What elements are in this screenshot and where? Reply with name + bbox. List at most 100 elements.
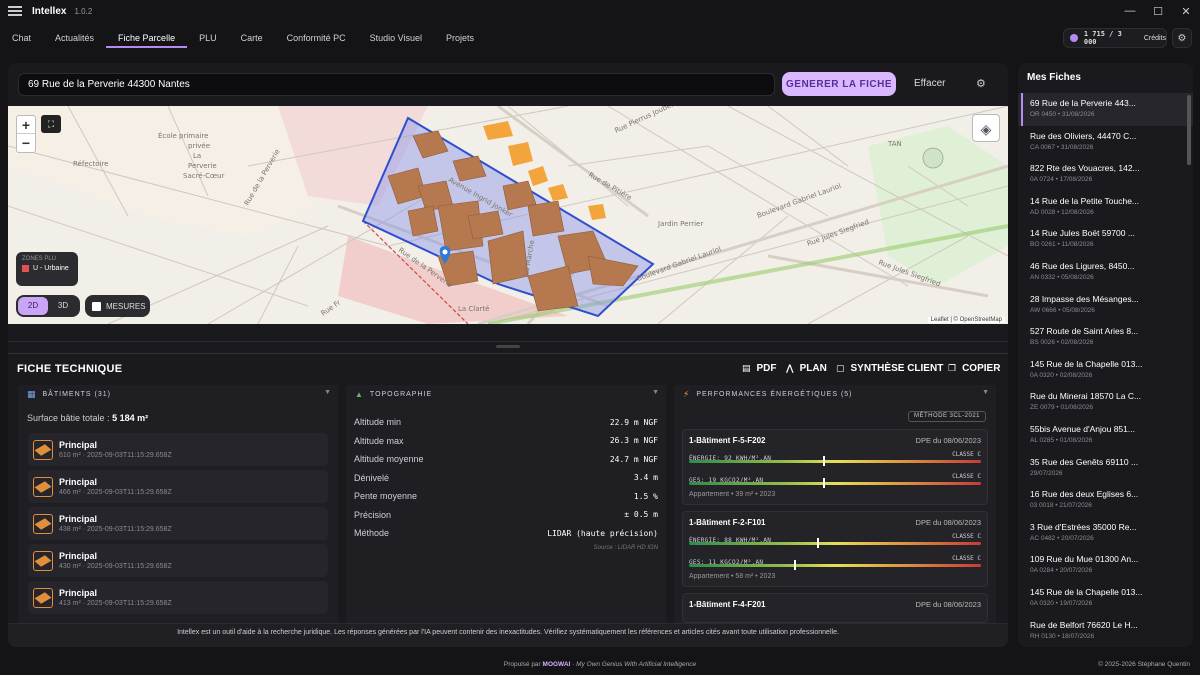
- fiche-address: 822 Rte des Vouacres, 142...: [1030, 163, 1140, 174]
- ai-disclaimer: Intellex est un outil d'aide à la recher…: [8, 623, 1008, 647]
- building-card[interactable]: Principal 413 m² · 2025-09-03T11:15:29.65…: [28, 581, 328, 614]
- tab-chat[interactable]: Chat: [0, 26, 43, 48]
- fiche-panel: GENERER LA FICHE Effacer ⚙: [8, 63, 1008, 647]
- map-label: La: [193, 152, 201, 160]
- fiche-meta: 03 0018 • 21/07/2026: [1030, 502, 1092, 510]
- mode-2d-button[interactable]: 2D: [18, 297, 48, 315]
- zoom-in-button[interactable]: +: [17, 116, 35, 134]
- performances-header[interactable]: ⚡ PERFORMANCES ÉNERGÉTIQUES (5) ▼: [674, 385, 996, 403]
- mountain-icon: ▲: [355, 389, 364, 399]
- fiche-item[interactable]: 35 Rue des Genêts 69110 ... 29/07/2026: [1018, 452, 1193, 485]
- building-footprint-icon: [33, 587, 53, 608]
- tab-actualites[interactable]: Actualités: [43, 26, 106, 48]
- method-badge: MÉTHODE 3CL-2021: [907, 411, 986, 422]
- fiche-item[interactable]: 145 Rue de la Chapelle 013... 0A 0320 • 0…: [1018, 354, 1193, 387]
- fiche-address: Rue des Oliviers, 44470 C...: [1030, 130, 1137, 141]
- measures-toggle[interactable]: MESURES: [85, 295, 150, 317]
- plan-icon: ⋀: [786, 363, 794, 373]
- fiche-address: 3 Rue d'Estrées 35000 Re...: [1030, 521, 1137, 532]
- building-card[interactable]: Principal 438 m² · 2025-09-03T11:15:29.65…: [28, 507, 328, 540]
- fiche-item[interactable]: 822 Rte des Vouacres, 142... 0A 0724 • 17…: [1018, 158, 1193, 191]
- energie-row: ÉNERGIE: 88 KWH/M².AN CLASSE C: [689, 533, 981, 549]
- address-input[interactable]: [18, 73, 775, 96]
- chevron-down-icon[interactable]: ▼: [982, 389, 990, 396]
- fiche-address: Rue de Belfort 76620 Le H...: [1030, 619, 1138, 630]
- fiche-item[interactable]: 109 Rue du Mue 01300 An... 0A 0284 • 20/0…: [1018, 549, 1193, 582]
- footer-copyright: © 2025-2026 Stéphane Quentin: [1098, 661, 1190, 668]
- energie-row: ÉNERGIE: 92 KWH/M².AN CLASSE C: [689, 451, 981, 467]
- search-settings-gear-icon[interactable]: ⚙: [976, 77, 986, 90]
- map-label: Jardin Perrier: [657, 220, 703, 228]
- fiche-address: 69 Rue de la Perverie 443...: [1030, 98, 1136, 108]
- measures-checkbox[interactable]: [92, 301, 101, 311]
- pdf-button[interactable]: ▤ PDF: [742, 363, 777, 374]
- resize-handle[interactable]: [496, 345, 520, 348]
- clear-button[interactable]: Effacer: [914, 78, 946, 89]
- sidebar-scrollbar[interactable]: [1187, 95, 1191, 165]
- credits-badge[interactable]: 1 715 / 3 000 Crédits: [1063, 28, 1167, 48]
- fullscreen-icon[interactable]: ⛶: [41, 115, 61, 133]
- fiche-item[interactable]: 145 Rue de la Chapelle 013... 0A 0320 • 1…: [1018, 582, 1193, 615]
- fiche-item[interactable]: 16 Rue des deux Eglises 6... 03 0018 • 21…: [1018, 484, 1193, 517]
- fiche-item[interactable]: 28 Impasse des Mésanges... AW 0666 • 05/0…: [1018, 289, 1193, 322]
- fiche-address: 46 Rue des Ligures, 8450...: [1030, 260, 1135, 271]
- fiche-item[interactable]: Rue des Oliviers, 44470 C... CA 0067 • 31…: [1018, 126, 1193, 159]
- chevron-down-icon[interactable]: ▼: [652, 389, 660, 396]
- close-icon[interactable]: ✕: [1172, 0, 1200, 22]
- topo-row: Pente moyenne 1.5 %: [354, 491, 658, 502]
- dpe-card[interactable]: 1-Bâtiment F-5-F202 DPE du 08/06/2023 ÉN…: [682, 429, 988, 505]
- tab-studio-visuel[interactable]: Studio Visuel: [358, 26, 434, 48]
- maximize-icon[interactable]: ☐: [1144, 0, 1172, 22]
- batiments-header[interactable]: ▦ BÂTIMENTS (31) ▼: [18, 385, 338, 403]
- fiche-item[interactable]: 69 Rue de la Perverie 443... OR 0450 • 31…: [1018, 93, 1193, 126]
- app-name: Intellex: [32, 5, 67, 17]
- generate-fiche-button[interactable]: GENERER LA FICHE: [782, 72, 896, 96]
- fiche-item[interactable]: 527 Route de Saint Aries 8... BS 0026 • 0…: [1018, 321, 1193, 354]
- tab-conformite-pc[interactable]: Conformité PC: [275, 26, 358, 48]
- footer-credit: Propulsé par MOGWAI · My Own Genius With…: [503, 661, 697, 668]
- app-version: 1.0.2: [74, 6, 93, 16]
- fiche-address: Rue du Minerai 18570 La C...: [1030, 391, 1142, 402]
- map-label: Perverie: [188, 162, 217, 170]
- dpe-card[interactable]: 1-Bâtiment F-2-F101 DPE du 08/06/2023 ÉN…: [682, 511, 988, 587]
- tab-projets[interactable]: Projets: [434, 26, 486, 48]
- batiments-section: ▦ BÂTIMENTS (31) ▼ Surface bâtie totale : …: [18, 385, 338, 625]
- fiche-item[interactable]: 14 Rue de la Petite Touche... AD 0028 • 1…: [1018, 191, 1193, 224]
- zoom-out-button[interactable]: −: [17, 134, 35, 152]
- tab-plu[interactable]: PLU: [187, 26, 229, 48]
- synthese-client-button[interactable]: ▢ SYNTHÈSE CLIENT: [836, 363, 943, 374]
- tab-fiche-parcelle[interactable]: Fiche Parcelle: [106, 26, 188, 48]
- fiche-item[interactable]: Rue du Minerai 18570 La C... ZE 0079 • 01…: [1018, 386, 1193, 419]
- building-card[interactable]: Principal 610 m² · 2025-09-03T11:15:29.65…: [28, 433, 328, 466]
- plan-button[interactable]: ⋀ PLAN: [786, 363, 827, 374]
- fiche-item[interactable]: 14 Rue Jules Boët 59700 ... BO 0261 • 11/…: [1018, 223, 1193, 256]
- copy-button[interactable]: ❐ COPIER: [948, 363, 1000, 374]
- fiche-address: 14 Rue Jules Boët 59700 ...: [1030, 228, 1135, 239]
- fiche-item[interactable]: 3 Rue d'Estrées 35000 Re... AC 0482 • 20/…: [1018, 517, 1193, 550]
- fiche-meta: RH 0130 • 18/07/2026: [1030, 632, 1095, 640]
- hamburger-menu-icon[interactable]: [8, 6, 22, 16]
- dpe-card[interactable]: 1-Bâtiment F-4-F201 DPE du 08/06/2023: [682, 593, 988, 623]
- fiche-item[interactable]: 55bis Avenue d'Anjou 851... AL 0285 • 01/…: [1018, 419, 1193, 452]
- fiche-item[interactable]: 46 Rue des Ligures, 8450... AN 0332 • 05/…: [1018, 256, 1193, 289]
- fiche-meta: ZE 0079 • 01/08/2026: [1030, 404, 1093, 412]
- map-view[interactable]: École primaire privée La Perverie Sacré-…: [8, 106, 1008, 324]
- chevron-down-icon[interactable]: ▼: [324, 389, 332, 396]
- fiche-meta: CA 0067 • 31/08/2026: [1030, 143, 1094, 151]
- fiche-address: 145 Rue de la Chapelle 013...: [1030, 586, 1143, 597]
- ges-scale-bar: [689, 482, 981, 485]
- ges-row: GES: 19 KGCO2/M².AN CLASSE C: [689, 473, 981, 489]
- building-card[interactable]: Principal 430 m² · 2025-09-03T11:15:29.65…: [28, 544, 328, 577]
- fiche-meta: AW 0666 • 05/08/2026: [1030, 306, 1095, 314]
- map-attribution[interactable]: Leaflet | © OpenStreetMap: [927, 317, 1005, 323]
- fiche-item[interactable]: Rue de Belfort 76620 Le H... RH 0130 • 18…: [1018, 615, 1193, 648]
- view-mode-toggle: 2D 3D: [16, 295, 80, 317]
- building-card[interactable]: Principal 466 m² · 2025-09-03T11:15:29.65…: [28, 470, 328, 503]
- topographie-header[interactable]: ▲ TOPOGRAPHIE ▼: [346, 385, 666, 403]
- settings-gear-icon[interactable]: ⚙: [1172, 28, 1192, 48]
- tab-carte[interactable]: Carte: [229, 26, 275, 48]
- divider: [8, 341, 1008, 342]
- mode-3d-button[interactable]: 3D: [48, 297, 78, 315]
- layers-icon[interactable]: ◈: [972, 114, 1000, 142]
- minimize-icon[interactable]: —: [1116, 0, 1144, 22]
